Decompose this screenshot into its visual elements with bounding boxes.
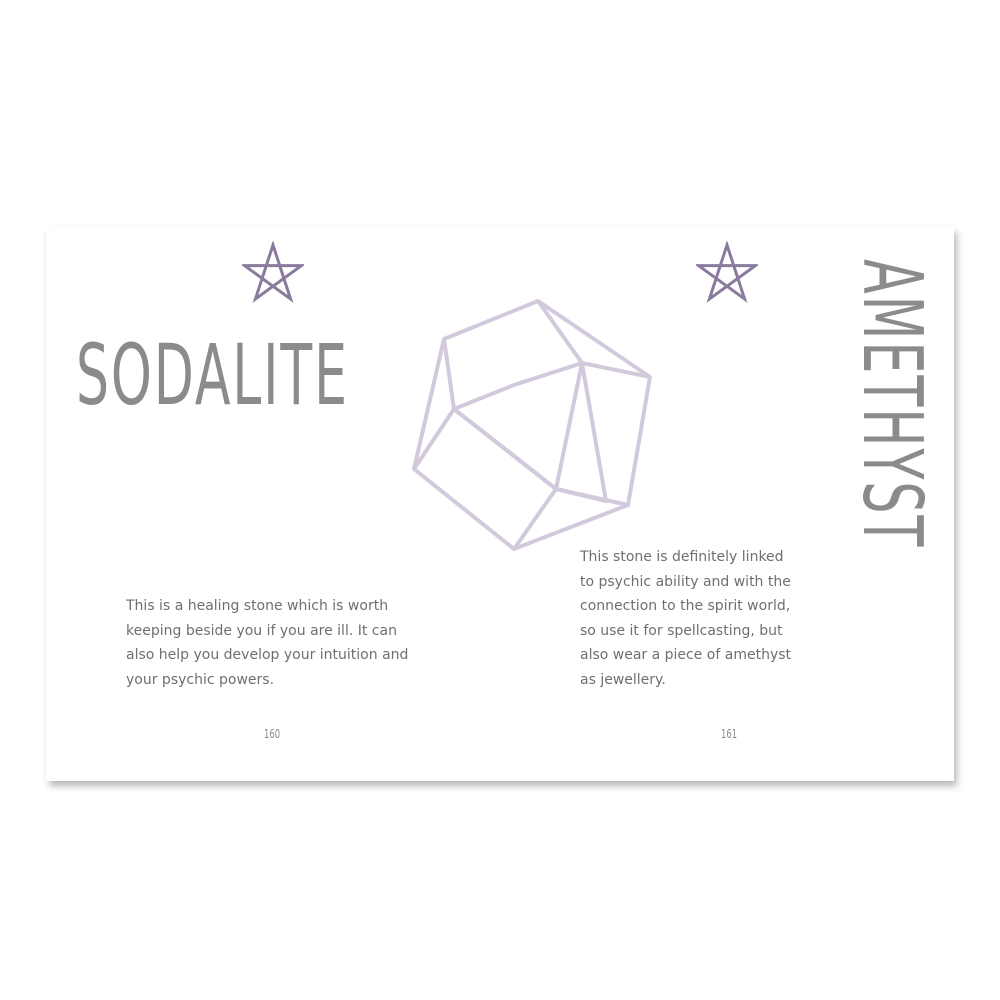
body-line: so use it for spellcasting, but [580,622,783,639]
body-line: This is a healing stone which is worth [126,598,389,614]
crystal-icon [406,295,656,557]
body-line: to psychic ability and with the [580,573,791,590]
pentagram-icon [696,241,758,303]
body-line: also wear a piece of amethyst [580,647,792,663]
body-line: your psychic powers. [126,671,275,688]
amethyst-description: This stone is definitely linked to psych… [580,545,810,692]
sodalite-description: This is a healing stone which is worth k… [126,594,426,692]
body-line: as jewellery. [580,671,666,688]
body-line: keeping beside you if you are ill. It ca… [126,622,397,639]
page-title-amethyst: AMETHYST [844,259,939,549]
book-spread: SODALITE AMETHYST This is a healing ston… [46,227,954,781]
pentagram-icon [242,241,304,303]
page-number-right: 161 [721,727,738,741]
body-line: This stone is definitely linked [580,549,784,565]
page-number-left: 160 [264,727,281,741]
page-title-sodalite: SODALITE [76,326,349,424]
page-title-amethyst-wrapper: AMETHYST [844,259,939,548]
body-line: connection to the spirit world, [580,598,791,614]
body-line: also help you develop your intuition and [126,647,409,663]
